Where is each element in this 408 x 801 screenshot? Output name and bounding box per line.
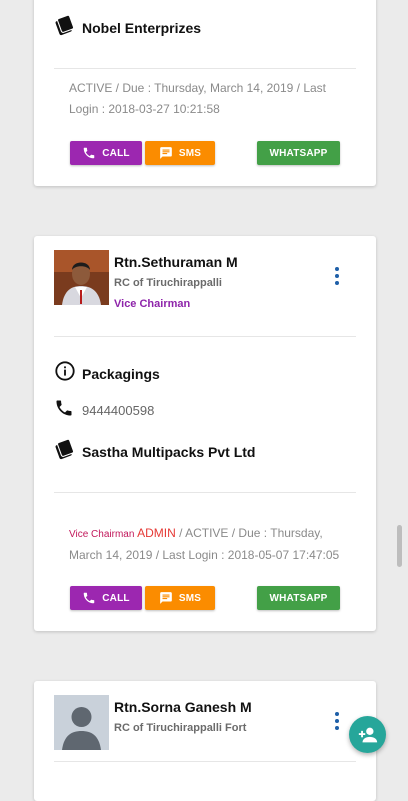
- sms-button[interactable]: SMS: [145, 141, 215, 165]
- status-text: ACTIVE / Due : Thursday, March 14, 2019 …: [69, 81, 327, 116]
- divider: [54, 761, 356, 762]
- company-name: Nobel Enterprizes: [82, 20, 202, 36]
- phone-icon: [84, 592, 95, 604]
- club-name: RC of Tiruchirappalli: [114, 277, 222, 289]
- whatsapp-label: WHATSAPP: [269, 592, 328, 604]
- company-row: Nobel Enterprizes: [54, 14, 201, 36]
- call-button[interactable]: CALL: [70, 141, 142, 165]
- sms-button[interactable]: SMS: [145, 586, 215, 610]
- call-button[interactable]: CALL: [70, 586, 142, 610]
- divider: [54, 492, 356, 493]
- member-card: Nobel Enterprizes ACTIVE / Due : Thursda…: [34, 0, 376, 186]
- phone-number: 9444400598: [82, 403, 155, 418]
- member-name: Rtn.Sorna Ganesh M: [114, 699, 252, 715]
- member-photo[interactable]: [54, 250, 109, 305]
- id-card-icon: [55, 438, 75, 460]
- company-row: Sastha Multipacks Pvt Ltd: [54, 438, 255, 460]
- message-icon: [160, 147, 172, 159]
- member-card: Rtn.Sethuraman M RC of Tiruchirappalli V…: [34, 236, 376, 631]
- status-text: Vice Chairman ADMIN / ACTIVE / Due : Thu…: [69, 523, 350, 566]
- role-label: Vice Chairman: [69, 529, 135, 540]
- scrollbar[interactable]: [397, 525, 402, 567]
- call-label: CALL: [102, 592, 130, 604]
- add-member-button[interactable]: [349, 716, 386, 753]
- company-name: Sastha Multipacks Pvt Ltd: [82, 444, 256, 460]
- id-card-icon: [55, 14, 75, 36]
- sms-label: SMS: [178, 147, 202, 159]
- whatsapp-button[interactable]: WHATSAPP: [257, 141, 340, 165]
- member-name: Rtn.Sethuraman M: [114, 254, 238, 270]
- member-card: Rtn.Sorna Ganesh M RC of Tiruchirappalli…: [34, 681, 376, 801]
- call-label: CALL: [102, 147, 130, 159]
- whatsapp-button[interactable]: WHATSAPP: [257, 586, 340, 610]
- phone-row[interactable]: 9444400598: [54, 398, 154, 418]
- info-icon: [55, 361, 75, 381]
- business-row: Packagings: [54, 360, 160, 382]
- add-person-icon: [358, 727, 377, 742]
- more-options-icon[interactable]: [334, 712, 340, 730]
- phone-icon: [84, 147, 95, 159]
- whatsapp-label: WHATSAPP: [269, 147, 328, 159]
- sms-label: SMS: [178, 592, 202, 604]
- phone-icon: [56, 400, 72, 416]
- more-options-icon[interactable]: [334, 267, 340, 285]
- avatar-placeholder-icon[interactable]: [54, 695, 109, 750]
- divider: [54, 336, 356, 337]
- designation: Vice Chairman: [114, 298, 191, 310]
- business-category: Packagings: [82, 366, 160, 382]
- message-icon: [160, 592, 172, 604]
- divider: [54, 68, 356, 69]
- admin-label: ADMIN: [137, 526, 176, 540]
- club-name: RC of Tiruchirappalli Fort: [114, 722, 247, 734]
